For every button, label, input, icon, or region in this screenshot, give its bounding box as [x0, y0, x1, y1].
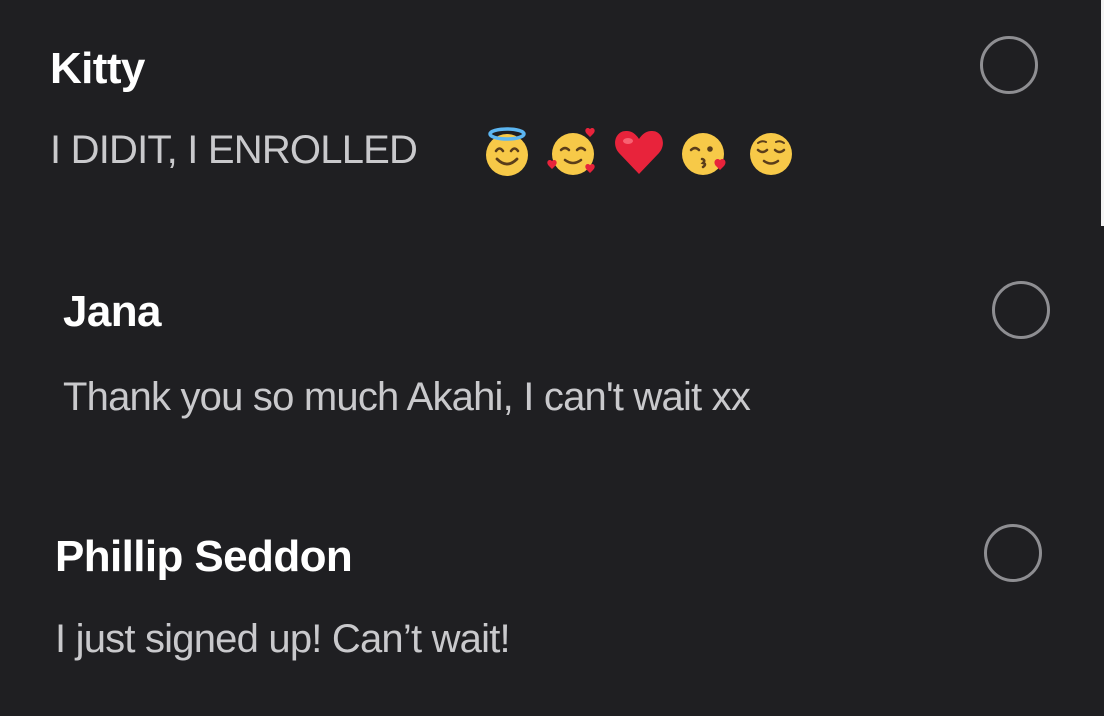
comment-author: Kitty — [50, 44, 145, 93]
comment-text: I DIDIT, I ENROLLED — [50, 128, 418, 172]
comment-text: Thank you so much Akahi, I can't wait xx — [63, 375, 751, 419]
face-blowing-kiss-icon — [678, 125, 732, 179]
comment-item: Kitty I DIDIT, I ENROLLED — [0, 0, 1104, 200]
comment-text: I just signed up! Can’t wait! — [55, 617, 511, 661]
emoji-group — [480, 121, 810, 183]
comment-author: Jana — [63, 287, 161, 336]
select-radio[interactable] — [992, 281, 1050, 339]
red-heart-icon — [612, 125, 666, 179]
relieved-face-icon — [744, 125, 798, 179]
comment-item: Jana Thank you so much Akahi, I can't wa… — [0, 250, 1104, 450]
select-radio[interactable] — [984, 524, 1042, 582]
smiling-face-with-hearts-icon — [546, 125, 600, 179]
comment-author: Phillip Seddon — [55, 532, 353, 581]
smiling-face-with-halo-icon — [480, 125, 534, 179]
select-radio[interactable] — [980, 36, 1038, 94]
comment-item: Phillip Seddon I just signed up! Can’t w… — [0, 490, 1104, 690]
